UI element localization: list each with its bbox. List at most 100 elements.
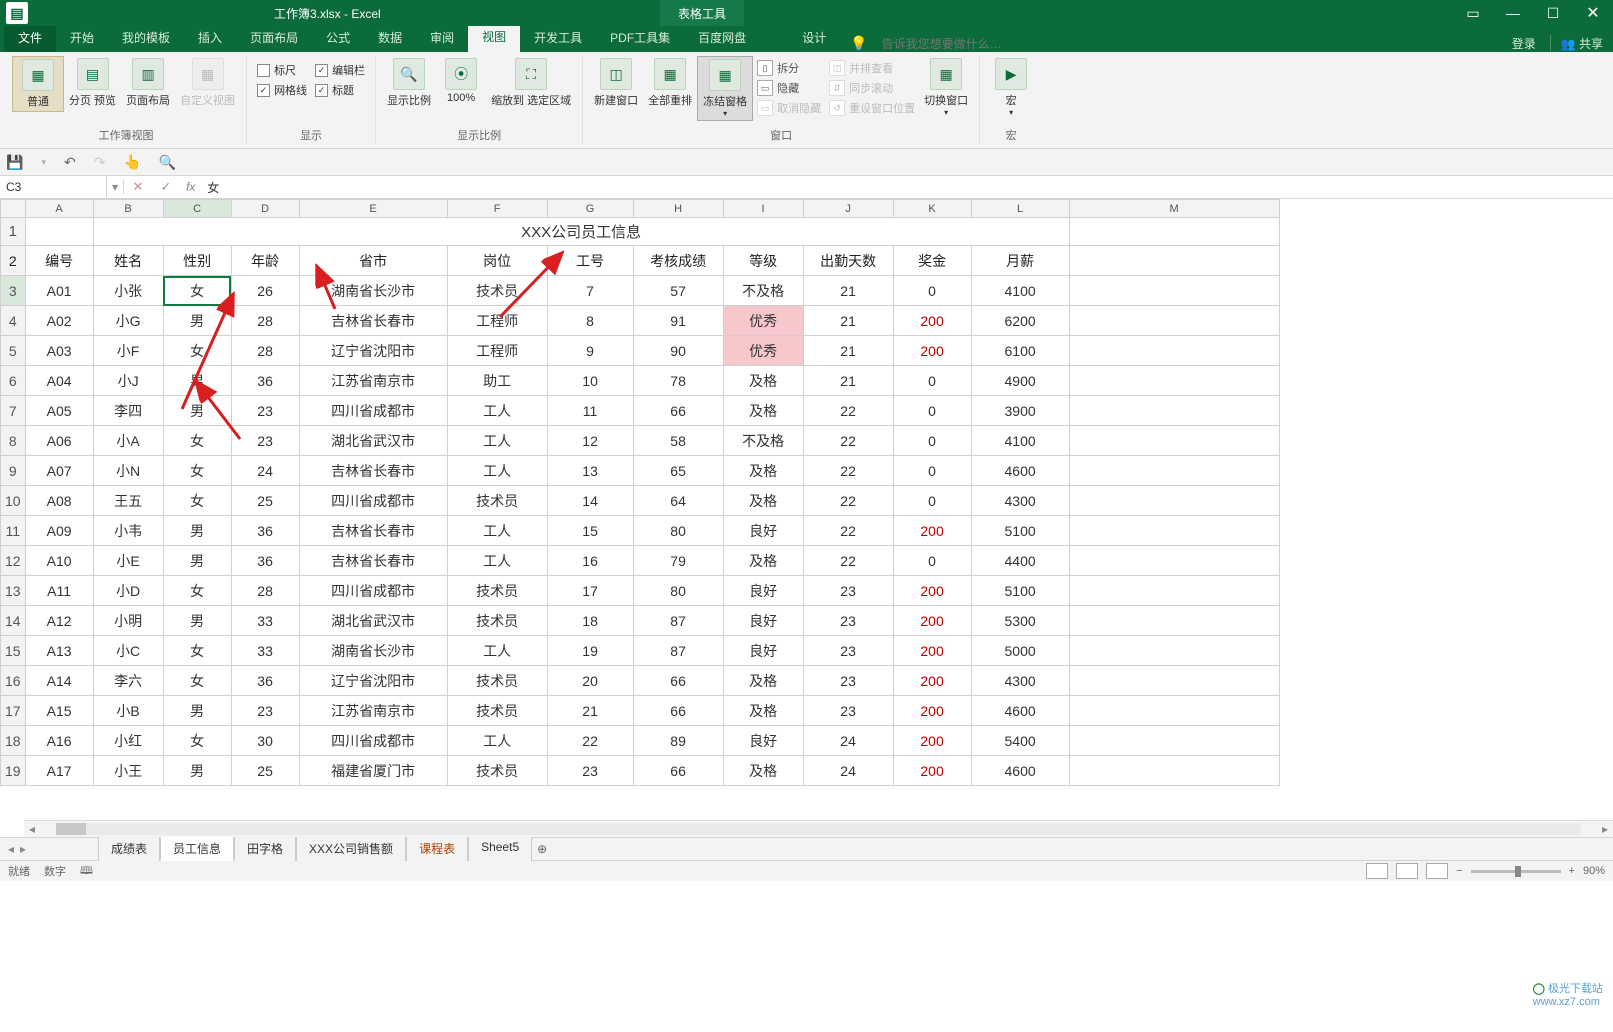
cell[interactable]: 200 [893, 606, 971, 636]
col-header[interactable]: J [803, 200, 893, 218]
cell[interactable]: 4100 [971, 426, 1069, 456]
cell[interactable]: 小红 [93, 726, 163, 756]
cell[interactable]: 男 [163, 696, 231, 726]
share-button[interactable]: 👥 共享 [1550, 35, 1613, 52]
cell[interactable]: A10 [25, 546, 93, 576]
cell[interactable]: 36 [231, 666, 299, 696]
cell[interactable]: 10 [547, 366, 633, 396]
col-header[interactable]: K [893, 200, 971, 218]
hide-window[interactable]: ▭隐藏 [753, 78, 825, 98]
cell[interactable]: 7 [547, 276, 633, 306]
cell[interactable]: 吉林省长春市 [299, 546, 447, 576]
cell[interactable]: 6100 [971, 336, 1069, 366]
cell[interactable]: 18 [547, 606, 633, 636]
row-header[interactable]: 2 [1, 246, 26, 276]
cell[interactable]: 工程师 [447, 336, 547, 366]
cell[interactable] [1069, 218, 1279, 246]
cell[interactable]: 21 [803, 276, 893, 306]
table-header-cell[interactable]: 姓名 [93, 246, 163, 276]
cell[interactable]: 工人 [447, 456, 547, 486]
row-header[interactable]: 8 [1, 426, 26, 456]
cell[interactable]: 36 [231, 546, 299, 576]
cell[interactable] [1069, 396, 1279, 426]
row-header[interactable]: 12 [1, 546, 26, 576]
cell[interactable] [1069, 426, 1279, 456]
cell[interactable]: 0 [893, 366, 971, 396]
cell[interactable]: 及格 [723, 756, 803, 786]
cell[interactable]: 17 [547, 576, 633, 606]
cell[interactable]: 女 [163, 726, 231, 756]
cell[interactable]: 4300 [971, 666, 1069, 696]
close-icon[interactable]: ✕ [1573, 0, 1613, 26]
tab-file[interactable]: 文件 [4, 25, 56, 52]
add-sheet-button[interactable]: ⊕ [532, 842, 552, 856]
cell[interactable]: 23 [803, 636, 893, 666]
cell[interactable]: 4300 [971, 486, 1069, 516]
cell[interactable]: 4900 [971, 366, 1069, 396]
cell[interactable]: 24 [803, 726, 893, 756]
cell[interactable]: 5400 [971, 726, 1069, 756]
cell[interactable] [1069, 336, 1279, 366]
cell[interactable]: 20 [547, 666, 633, 696]
sheet-nav-last-icon[interactable]: ▸ [20, 842, 26, 856]
table-header-cell[interactable]: 省市 [299, 246, 447, 276]
row-header[interactable]: 11 [1, 516, 26, 546]
cell[interactable]: 不及格 [723, 276, 803, 306]
row-header[interactable]: 4 [1, 306, 26, 336]
sheet-nav-first-icon[interactable]: ◂ [8, 842, 14, 856]
cell[interactable]: 工人 [447, 516, 547, 546]
cell[interactable]: 4100 [971, 276, 1069, 306]
cell[interactable]: A09 [25, 516, 93, 546]
cell[interactable]: 优秀 [723, 306, 803, 336]
view-custom[interactable]: ▦自定义视图 [175, 56, 240, 110]
chk-gridlines[interactable]: ✓网格线 [253, 80, 311, 100]
cell[interactable]: 4600 [971, 456, 1069, 486]
select-all[interactable] [1, 200, 26, 218]
cell[interactable]: 28 [231, 576, 299, 606]
cell[interactable]: 4400 [971, 546, 1069, 576]
cell[interactable]: A14 [25, 666, 93, 696]
chk-headings[interactable]: ✓标题 [311, 80, 369, 100]
print-preview-icon[interactable]: 🔍 [159, 154, 176, 171]
cell[interactable] [1069, 756, 1279, 786]
tab-review[interactable]: 审阅 [416, 25, 468, 52]
cell[interactable]: 吉林省长春市 [299, 456, 447, 486]
cell[interactable]: 0 [893, 396, 971, 426]
cell[interactable]: 四川省成都市 [299, 486, 447, 516]
zoom-in-icon[interactable]: + [1569, 865, 1575, 877]
cell[interactable]: 0 [893, 546, 971, 576]
cell[interactable]: 8 [547, 306, 633, 336]
cell[interactable] [1069, 306, 1279, 336]
cell[interactable] [1069, 486, 1279, 516]
cell[interactable]: 23 [231, 696, 299, 726]
cell[interactable]: 23 [231, 426, 299, 456]
cell[interactable]: 65 [633, 456, 723, 486]
cell[interactable]: 90 [633, 336, 723, 366]
tab-view[interactable]: 视图 [468, 24, 520, 52]
sheet-tab[interactable]: Sheet5 [468, 836, 532, 861]
cell[interactable]: 6200 [971, 306, 1069, 336]
row-header[interactable]: 17 [1, 696, 26, 726]
cell[interactable]: 技术员 [447, 276, 547, 306]
split-window[interactable]: ▯拆分 [753, 58, 825, 78]
cell[interactable]: 小D [93, 576, 163, 606]
zoom-percent[interactable]: 90% [1583, 865, 1605, 877]
col-header[interactable]: G [547, 200, 633, 218]
cell[interactable]: 助工 [447, 366, 547, 396]
cell[interactable]: 小B [93, 696, 163, 726]
cell[interactable]: 89 [633, 726, 723, 756]
col-header[interactable]: L [971, 200, 1069, 218]
cell[interactable]: A04 [25, 366, 93, 396]
cell[interactable]: 工人 [447, 546, 547, 576]
sheet-tab[interactable]: 田字格 [234, 836, 296, 861]
cell[interactable] [1069, 576, 1279, 606]
table-header-cell[interactable]: 考核成绩 [633, 246, 723, 276]
cell[interactable]: 江苏省南京市 [299, 366, 447, 396]
view-pagelayout-icon[interactable] [1396, 863, 1418, 879]
cell[interactable]: 30 [231, 726, 299, 756]
cell[interactable]: 女 [163, 276, 231, 306]
cell[interactable] [1069, 666, 1279, 696]
row-header[interactable]: 10 [1, 486, 26, 516]
cell[interactable]: 女 [163, 426, 231, 456]
cell[interactable]: 22 [803, 456, 893, 486]
